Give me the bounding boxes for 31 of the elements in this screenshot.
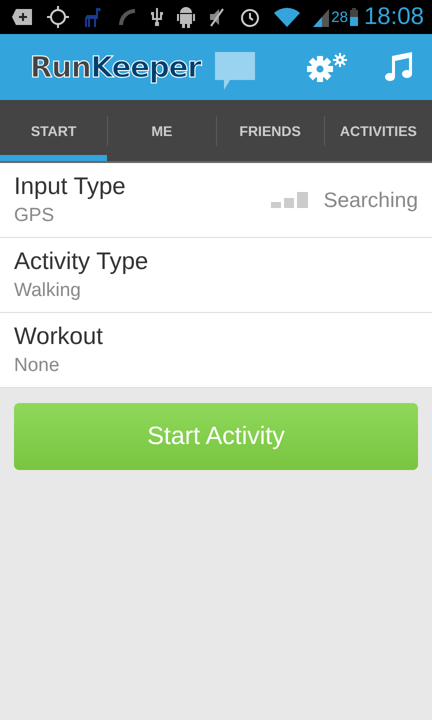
setting-label: Input Type xyxy=(14,173,127,201)
signal-icon xyxy=(313,7,329,27)
setting-label: Activity Type xyxy=(14,248,150,276)
crosshair-icon xyxy=(47,6,69,28)
clock: 18:08 xyxy=(364,3,424,31)
usb-icon xyxy=(150,6,164,28)
setting-row[interactable]: Activity Type Walking xyxy=(0,238,432,313)
mute-icon xyxy=(208,7,226,27)
llama-icon xyxy=(82,6,104,28)
gps-signal-icon xyxy=(271,192,310,210)
chat-bubble-icon[interactable] xyxy=(214,52,255,92)
wireless-icon xyxy=(117,7,137,27)
settings-icon[interactable] xyxy=(306,52,348,82)
logo: RunKeeper xyxy=(29,49,202,86)
setting-value: Walking xyxy=(14,280,82,302)
alarm-icon xyxy=(239,6,261,28)
music-icon[interactable] xyxy=(384,52,414,82)
setting-row[interactable]: Workout None xyxy=(0,313,432,388)
setting-value: None xyxy=(14,355,60,377)
tab[interactable]: ACTIVITIES xyxy=(324,100,432,161)
battery-icon xyxy=(350,8,358,26)
setting-label: Workout xyxy=(14,323,104,351)
android-icon xyxy=(177,6,195,28)
setting-value: GPS xyxy=(14,205,56,227)
wifi-icon xyxy=(274,7,300,27)
gps-status: Searching xyxy=(323,189,418,213)
tab[interactable]: ME xyxy=(108,100,216,161)
battery-level: 28 xyxy=(331,8,348,26)
plus-icon xyxy=(12,8,34,26)
setting-row[interactable]: Input Type GPS Searching xyxy=(0,163,432,238)
tab[interactable]: FRIENDS xyxy=(216,100,324,161)
